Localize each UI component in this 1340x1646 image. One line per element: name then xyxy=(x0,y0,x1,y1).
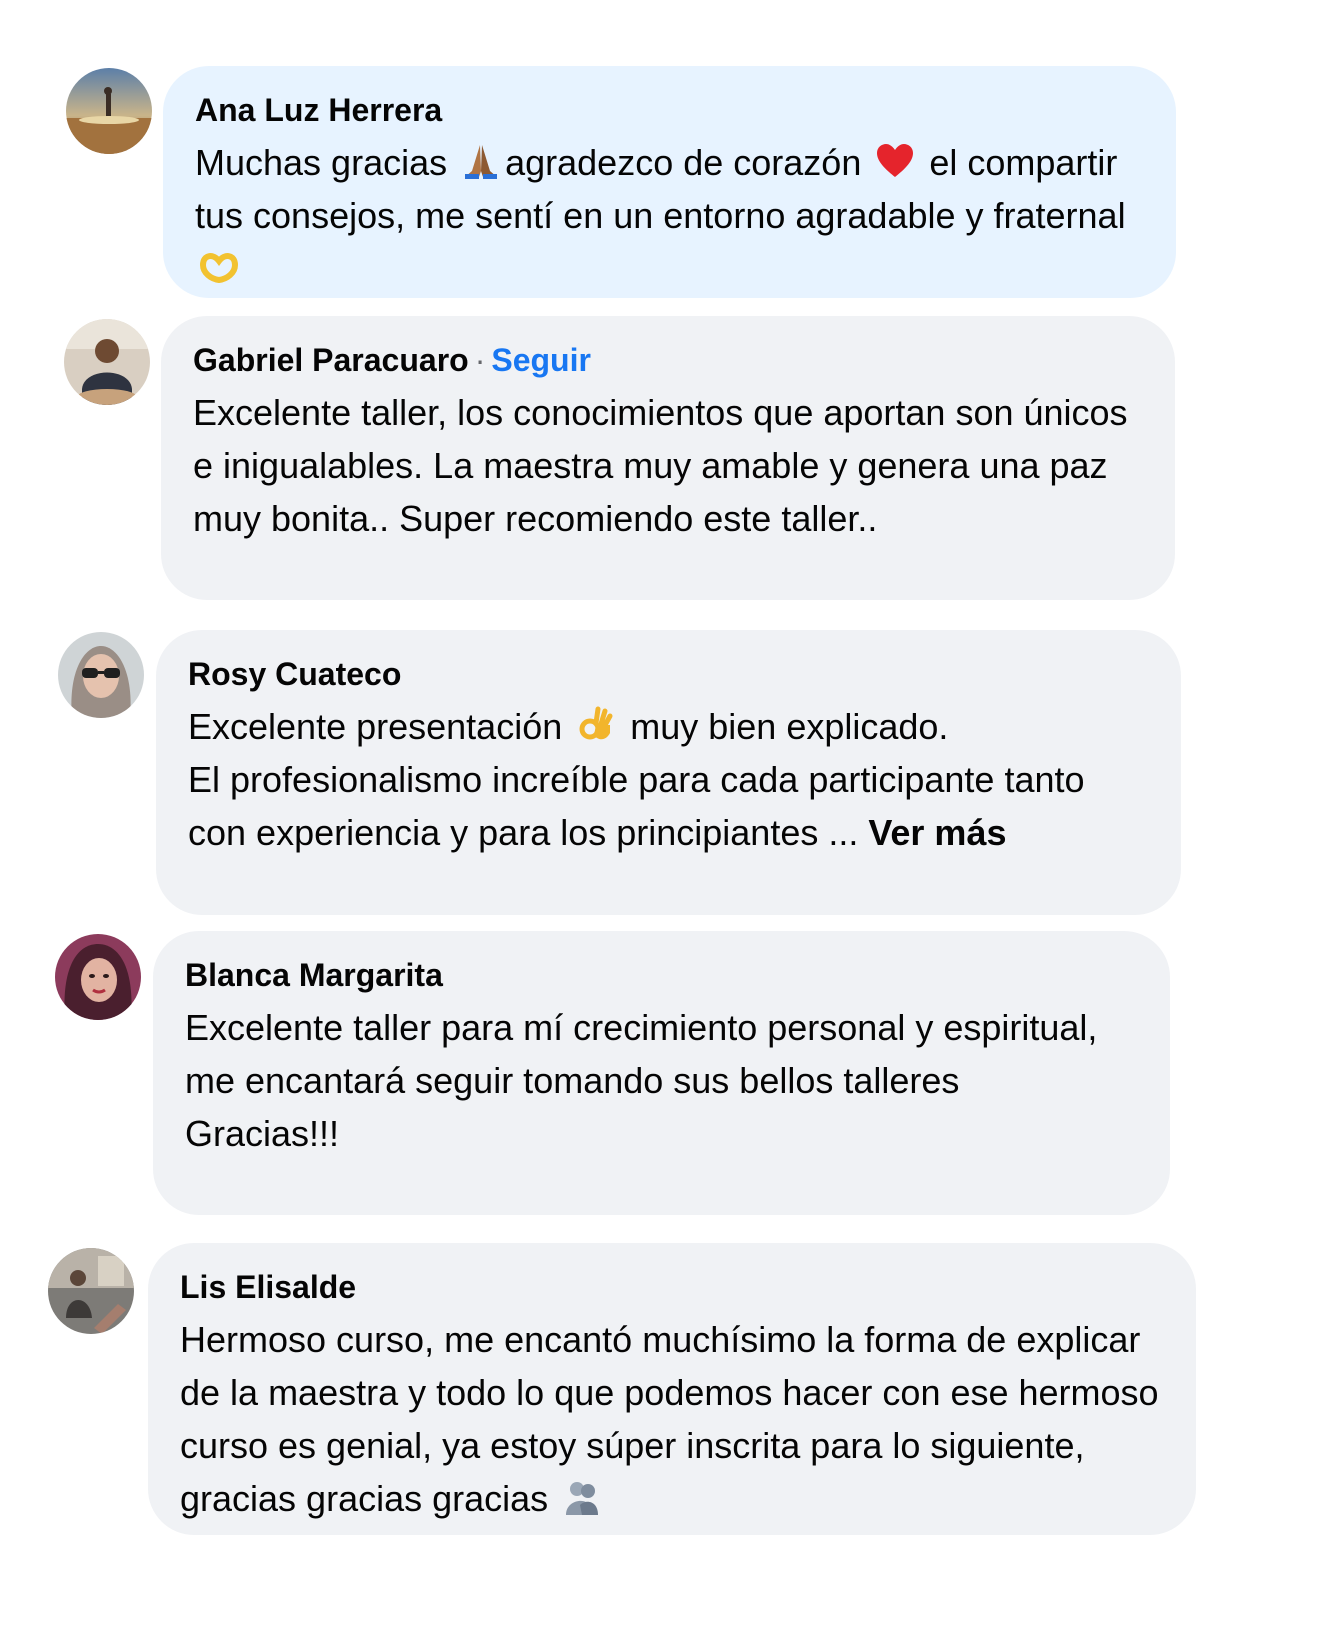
folded-hands-icon xyxy=(461,141,501,181)
comment-text: Muchas gracias agradezco de corazón el c… xyxy=(195,136,1144,295)
comment-bubble: Gabriel Paracuaro · Seguir Excelente talle… xyxy=(161,316,1175,600)
comment-text: Excelente taller, los conocimientos que … xyxy=(193,392,1128,539)
comment-bubble: Lis Elisalde Hermoso curso, me encantó m… xyxy=(148,1243,1196,1535)
avatar[interactable] xyxy=(64,319,150,405)
avatar[interactable] xyxy=(58,632,144,718)
people-hugging-icon xyxy=(562,1477,602,1517)
avatar[interactable] xyxy=(66,68,152,154)
avatar[interactable] xyxy=(55,934,141,1020)
see-more-link[interactable]: Ver más xyxy=(868,812,1006,853)
heart-hands-icon xyxy=(199,247,239,287)
follow-button[interactable]: Seguir xyxy=(491,342,591,378)
comment-author[interactable]: Blanca Margarita xyxy=(185,957,443,993)
ok-hand-icon xyxy=(576,705,616,745)
comment-text: Excelente taller para mí crecimiento per… xyxy=(185,1007,1098,1154)
comment-author[interactable]: Lis Elisalde xyxy=(180,1269,356,1305)
comment-author[interactable]: Gabriel Paracuaro xyxy=(193,342,469,378)
red-heart-icon xyxy=(875,141,915,181)
comment-bubble: Ana Luz Herrera Muchas gracias agradezco… xyxy=(163,66,1176,298)
comment-author[interactable]: Ana Luz Herrera xyxy=(195,92,442,128)
comment-text: Excelente presentación muy bien explicad… xyxy=(188,705,1085,853)
comment-author[interactable]: Rosy Cuateco xyxy=(188,656,401,692)
avatar[interactable] xyxy=(48,1248,134,1334)
comment-bubble: Blanca Margarita Excelente taller para m… xyxy=(153,931,1170,1215)
comment-bubble: Rosy Cuateco Excelente presentación muy … xyxy=(156,630,1181,915)
comment-text: Hermoso curso, me encantó muchísimo la f… xyxy=(180,1319,1159,1519)
separator-dot: · xyxy=(474,342,486,378)
